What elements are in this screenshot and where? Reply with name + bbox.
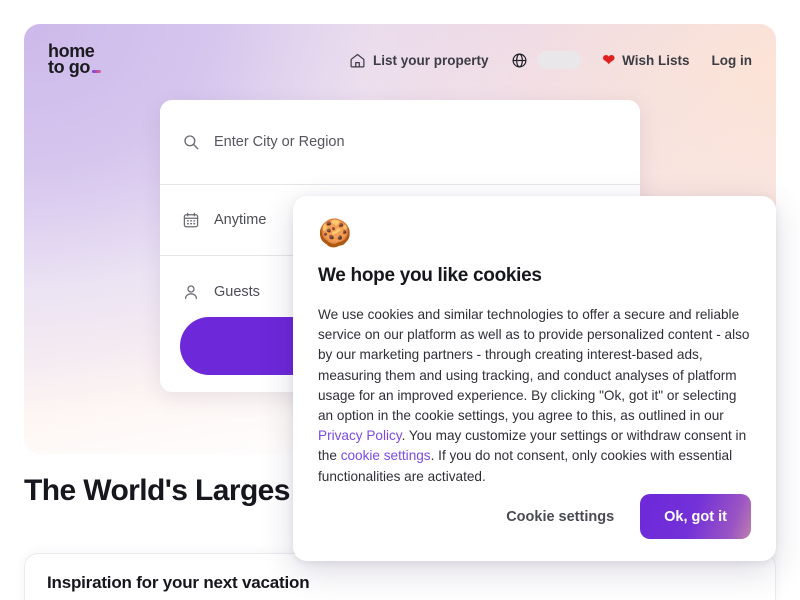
house-icon	[349, 52, 366, 69]
calendar-icon	[182, 211, 200, 229]
globe-icon	[511, 52, 528, 69]
person-icon	[182, 283, 200, 301]
heart-icon: ❤	[602, 51, 616, 69]
logo-line-2: to go	[48, 57, 101, 77]
accept-cookies-button[interactable]: Ok, got it	[640, 494, 751, 539]
search-input[interactable]: Enter City or Region	[214, 134, 345, 150]
list-your-property-label: List your property	[373, 52, 489, 68]
guests-value: Guests	[214, 283, 260, 300]
logo-line-2-text: to go	[48, 57, 90, 77]
logo-underscore-icon	[91, 69, 101, 73]
header-actions: List your property ❤ Wish Lists Log in	[349, 51, 752, 69]
header-nav: home to go List your property ❤ Wish Lis…	[24, 24, 776, 96]
logo[interactable]: home to go	[48, 42, 101, 77]
cookie-dialog-actions: Cookie settings Ok, got it	[506, 494, 751, 539]
search-location-row[interactable]: Enter City or Region	[160, 100, 640, 185]
language-loading-placeholder	[536, 51, 581, 69]
search-icon	[182, 133, 200, 151]
cookie-consent-dialog: 🍪 We hope you like cookies We use cookie…	[293, 196, 776, 561]
list-your-property-link[interactable]: List your property	[349, 52, 489, 69]
log-in-button[interactable]: Log in	[712, 53, 753, 68]
wish-lists-label: Wish Lists	[622, 52, 690, 68]
page-root: home to go List your property ❤ Wish Lis…	[0, 0, 800, 600]
page-title: The World's Larges	[24, 474, 290, 507]
cookie-icon: 🍪	[318, 218, 352, 248]
cookie-settings-button[interactable]: Cookie settings	[506, 509, 614, 525]
inspiration-card-title: Inspiration for your next vacation	[47, 573, 310, 592]
cookie-dialog-body: We use cookies and similar technologies …	[318, 305, 751, 487]
wish-lists-link[interactable]: ❤ Wish Lists	[603, 53, 690, 68]
language-selector[interactable]	[511, 51, 581, 69]
log-in-label: Log in	[711, 52, 753, 68]
cookie-settings-link[interactable]: cookie settings	[341, 448, 431, 463]
dates-value: Anytime	[214, 212, 267, 228]
privacy-policy-link[interactable]: Privacy Policy	[318, 428, 402, 443]
cookie-body-part-1: We use cookies and similar technologies …	[318, 307, 750, 424]
cookie-dialog-title: We hope you like cookies	[318, 265, 542, 286]
